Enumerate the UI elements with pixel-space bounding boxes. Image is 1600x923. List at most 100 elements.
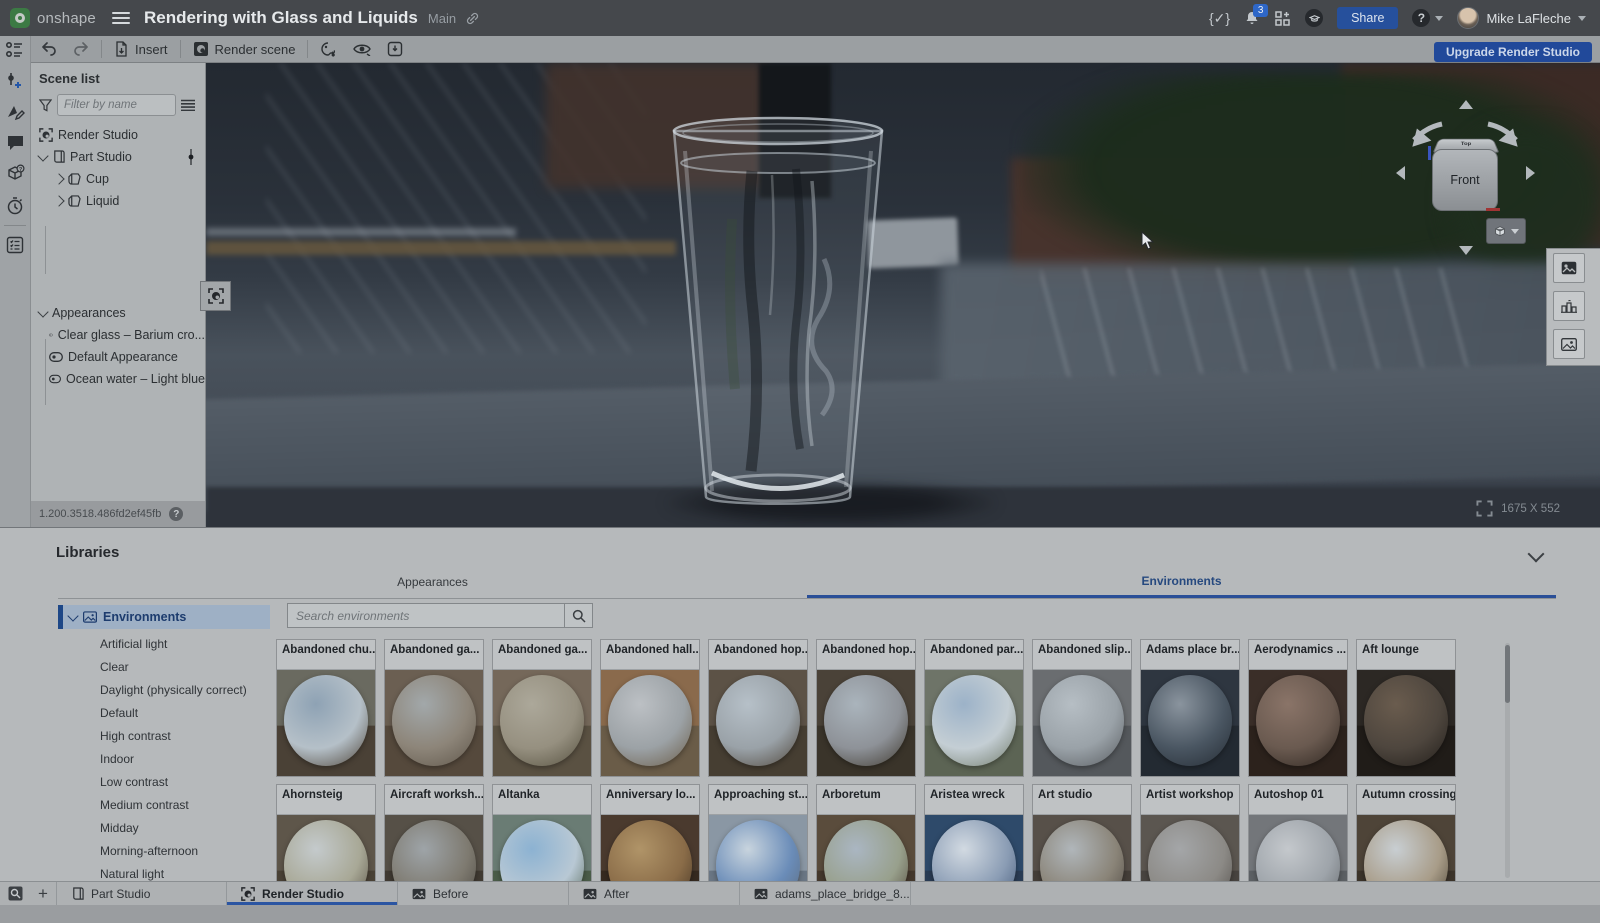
render-image-button[interactable] — [1553, 253, 1585, 283]
view-cube-front-face[interactable]: Front — [1432, 149, 1498, 211]
tab-appearances[interactable]: Appearances — [58, 566, 807, 598]
environment-card[interactable]: Approaching st... — [708, 784, 808, 882]
environment-category-clear[interactable]: Clear — [58, 656, 270, 679]
view-cube-body[interactable]: Top Front — [1432, 136, 1498, 212]
notifications-bell-icon[interactable]: 3 — [1244, 10, 1260, 26]
appearance-item[interactable]: Ocean water – Light blue — [31, 368, 205, 390]
tab-adams-place-bridge[interactable]: adams_place_bridge_8... — [740, 882, 911, 905]
environment-card[interactable]: Art studio — [1032, 784, 1132, 882]
environment-card[interactable]: Altanka — [492, 784, 592, 882]
upgrade-render-studio-button[interactable]: Upgrade Render Studio — [1434, 42, 1592, 62]
appearance-item[interactable]: Default Appearance — [31, 346, 205, 368]
tab-environments[interactable]: Environments — [807, 566, 1556, 598]
scene-list-panel-icon[interactable] — [5, 41, 25, 59]
chevron-right-icon[interactable] — [53, 195, 64, 206]
environment-card[interactable]: Abandoned hall... — [600, 639, 700, 777]
environment-category-morning-afternoon[interactable]: Morning-afternoon — [58, 840, 270, 863]
link-icon[interactable] — [465, 11, 480, 26]
model-help-icon[interactable]: ? — [6, 164, 25, 183]
chevron-down-icon[interactable] — [37, 150, 48, 161]
history-timer-icon[interactable] — [6, 196, 24, 215]
environment-category-indoor[interactable]: Indoor — [58, 748, 270, 771]
rotate-down-arrow[interactable] — [1459, 246, 1473, 255]
rotate-right-arrow[interactable] — [1526, 166, 1535, 180]
tree-node-cup[interactable]: Cup — [31, 168, 205, 190]
environment-card[interactable]: Abandoned ga... — [492, 639, 592, 777]
environment-card[interactable]: Aft lounge — [1356, 639, 1456, 777]
rotate-left-arrow[interactable] — [1396, 166, 1405, 180]
tree-node-part-studio[interactable]: Part Studio — [31, 146, 205, 168]
environment-card[interactable]: Abandoned slip... — [1032, 639, 1132, 777]
environment-card[interactable]: Aerodynamics ... — [1248, 639, 1348, 777]
appearance-item[interactable]: Clear glass – Barium cro... — [31, 324, 205, 346]
appearance-tool-icon[interactable] — [312, 36, 345, 62]
environment-category-default[interactable]: Default — [58, 702, 270, 725]
undo-button[interactable] — [33, 36, 65, 62]
workspace-label[interactable]: Main — [428, 11, 456, 26]
main-menu-icon[interactable] — [112, 12, 130, 24]
annotation-icon[interactable] — [6, 104, 25, 121]
app-store-icon[interactable] — [1274, 10, 1291, 27]
environment-card[interactable]: Artist workshop — [1140, 784, 1240, 882]
environment-category-low-contrast[interactable]: Low contrast — [58, 771, 270, 794]
environment-card[interactable]: Arboretum — [816, 784, 916, 882]
tab-part-studio[interactable]: Part Studio — [56, 882, 227, 905]
chevron-right-icon[interactable] — [53, 173, 64, 184]
visibility-tool-icon[interactable] — [345, 36, 379, 62]
view-cube[interactable]: Top Front — [1390, 100, 1540, 256]
environment-category-artificial-light[interactable]: Artificial light — [58, 633, 270, 656]
help-menu[interactable]: ? — [1412, 9, 1443, 27]
tab-after[interactable]: After — [569, 882, 740, 905]
redo-button[interactable] — [65, 36, 97, 62]
learning-center-icon[interactable] — [1305, 9, 1323, 27]
environment-card[interactable]: Abandoned ga... — [384, 639, 484, 777]
grid-scrollbar-thumb[interactable] — [1505, 645, 1510, 703]
search-environments-input[interactable] — [287, 603, 565, 628]
export-tool-icon[interactable] — [379, 36, 411, 62]
version-help-icon[interactable]: ? — [169, 507, 183, 521]
environment-category-medium-contrast[interactable]: Medium contrast — [58, 794, 270, 817]
environment-card[interactable]: Autoshop 01 — [1248, 784, 1348, 882]
view-mode-dropdown[interactable] — [1486, 218, 1526, 244]
environment-card[interactable]: Autumn crossing — [1356, 784, 1456, 882]
environment-category-high-contrast[interactable]: High contrast — [58, 725, 270, 748]
appearances-section-header[interactable]: Appearances — [31, 302, 205, 324]
panel-render-toggle-button[interactable] — [200, 281, 231, 311]
tab-render-studio[interactable]: Render Studio — [227, 882, 398, 905]
add-parameter-icon[interactable] — [6, 72, 24, 91]
filter-icon[interactable] — [39, 99, 52, 112]
search-tabs-icon[interactable] — [0, 882, 30, 905]
insert-button[interactable]: Insert — [106, 36, 176, 62]
user-menu[interactable]: Mike LaFleche — [1457, 7, 1586, 29]
versions-icon[interactable]: {✓} — [1209, 10, 1230, 27]
environment-card[interactable]: Abandoned par... — [924, 639, 1024, 777]
comment-icon[interactable] — [6, 134, 25, 151]
scene-image-button[interactable] — [1553, 329, 1585, 359]
environment-category-daylight-physically-correct-[interactable]: Daylight (physically correct) — [58, 679, 270, 702]
tree-node-render-studio[interactable]: Render Studio — [31, 124, 205, 146]
environments-tree-root[interactable]: Environments — [58, 605, 270, 629]
environment-card[interactable]: Adams place br... — [1140, 639, 1240, 777]
onshape-logo[interactable]: onshape — [10, 8, 96, 28]
feature-list-icon[interactable] — [6, 236, 24, 254]
render-viewport[interactable]: Top Front — [206, 63, 1600, 527]
list-view-icon[interactable] — [181, 99, 195, 111]
expand-resolution-icon[interactable] — [1476, 500, 1493, 517]
environment-category-midday[interactable]: Midday — [58, 817, 270, 840]
environment-card[interactable]: Abandoned chu... — [276, 639, 376, 777]
environment-card[interactable]: Abandoned hop... — [816, 639, 916, 777]
environment-card[interactable]: Abandoned hop... — [708, 639, 808, 777]
filter-by-name-input[interactable] — [57, 94, 176, 116]
environment-card[interactable]: Anniversary lo... — [600, 784, 700, 882]
environment-card[interactable]: Aircraft worksh... — [384, 784, 484, 882]
tree-node-liquid[interactable]: Liquid — [31, 190, 205, 212]
pin-handle-icon[interactable] — [187, 149, 195, 165]
render-scene-button[interactable]: Render scene — [185, 36, 304, 62]
rotate-up-arrow[interactable] — [1459, 100, 1473, 109]
add-tab-button[interactable]: + — [30, 882, 56, 905]
environment-card[interactable]: Aristea wreck — [924, 784, 1024, 882]
tab-before[interactable]: Before — [398, 882, 569, 905]
share-button[interactable]: Share — [1337, 7, 1398, 29]
search-button[interactable] — [565, 603, 593, 628]
environment-settings-button[interactable] — [1553, 291, 1585, 321]
